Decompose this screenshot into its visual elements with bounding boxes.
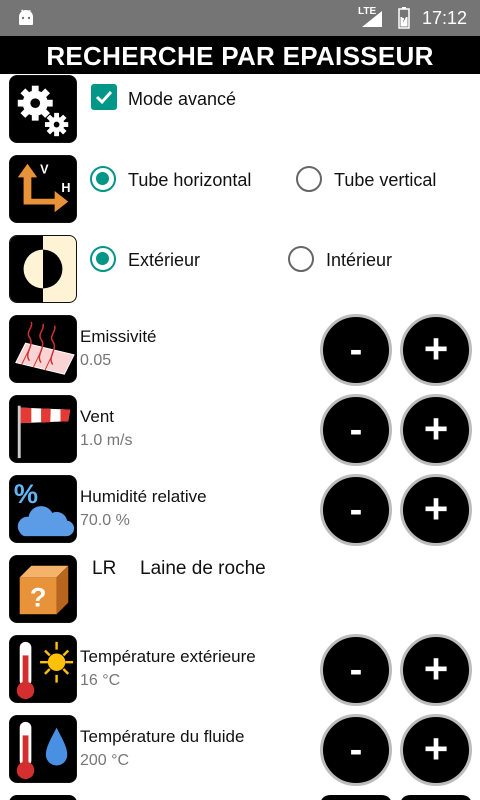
thermometer-sun-icon xyxy=(9,635,77,703)
svg-text:-: - xyxy=(350,649,363,691)
radio-interieur[interactable] xyxy=(288,246,314,272)
mode-row xyxy=(0,74,480,154)
param-value: 16 °C xyxy=(80,672,121,689)
svg-text:+: + xyxy=(424,325,449,372)
svg-text:-: - xyxy=(350,489,363,531)
decrement-button[interactable]: - xyxy=(320,714,392,786)
vertical-letter: V xyxy=(40,162,49,176)
param-row-temp-ext: Température extérieure 16 °C - + xyxy=(0,634,480,714)
param-label: Vent xyxy=(80,407,115,426)
half-circle-icon xyxy=(9,235,77,303)
insulation-name: Laine de roche xyxy=(140,558,266,579)
param-row-humidite: % Humidité relative 70.0 % - + xyxy=(0,474,480,554)
param-row-emissivite: Emissivité 0.05 - + xyxy=(0,314,480,394)
insulation-code: LR xyxy=(92,558,117,579)
increment-button[interactable]: + xyxy=(400,634,472,706)
side-row xyxy=(0,234,480,314)
param-value: 0.05 xyxy=(80,352,112,369)
orientation-row: V H xyxy=(0,154,480,234)
tube-horizontal-label[interactable]: Tube horizontal xyxy=(128,170,251,191)
decrement-button[interactable]: - xyxy=(320,634,392,706)
svg-text:-: - xyxy=(350,329,363,371)
next-decrement-button[interactable] xyxy=(320,795,392,800)
radio-exterieur[interactable] xyxy=(90,246,116,272)
svg-text:+: + xyxy=(424,725,449,772)
decrement-button[interactable]: - xyxy=(320,314,392,386)
svg-text:-: - xyxy=(350,409,363,451)
param-value: 200 °C xyxy=(80,752,130,769)
increment-button[interactable]: + xyxy=(400,394,472,466)
gear-icon xyxy=(9,75,77,143)
interieur-label[interactable]: Intérieur xyxy=(326,250,392,271)
param-value: 70.0 % xyxy=(80,512,130,529)
page-title: RECHERCHE PAR EPAISSEUR xyxy=(0,36,480,74)
param-label: Température extérieure xyxy=(80,647,256,666)
signal-icon xyxy=(362,11,382,27)
advanced-mode-checkbox[interactable] xyxy=(91,84,117,110)
clock: 17:12 xyxy=(422,8,468,28)
radio-tube-horizontal[interactable] xyxy=(90,166,116,192)
svg-text:+: + xyxy=(424,485,449,532)
horizontal-letter: H xyxy=(61,181,70,195)
thermometer-drop-icon xyxy=(9,715,77,783)
percent-glyph: % xyxy=(14,478,38,509)
param-value: 1.0 m/s xyxy=(80,432,133,449)
next-increment-button[interactable] xyxy=(400,795,472,800)
battery-icon xyxy=(398,7,410,29)
decrement-button[interactable]: - xyxy=(320,474,392,546)
status-bar: LTE 17:12 xyxy=(0,0,480,36)
param-row-vent: Vent 1.0 m/s - + xyxy=(0,394,480,474)
humidity-icon: % xyxy=(9,475,77,543)
emissivity-icon xyxy=(9,315,77,383)
increment-button[interactable]: + xyxy=(400,314,472,386)
orientation-arrows-icon: V H xyxy=(9,155,77,223)
exterieur-label[interactable]: Extérieur xyxy=(128,250,200,271)
param-row-temp-fluide: Température du fluide 200 °C - + xyxy=(0,714,480,794)
param-label: Emissivité xyxy=(80,327,157,346)
question-glyph: ? xyxy=(30,581,47,612)
android-icon xyxy=(19,9,33,25)
insulation-box-icon[interactable]: ? xyxy=(9,555,77,623)
increment-button[interactable]: + xyxy=(400,714,472,786)
radio-tube-vertical[interactable] xyxy=(296,166,322,192)
next-row-icon xyxy=(9,795,77,800)
svg-text:+: + xyxy=(424,405,449,452)
svg-text:+: + xyxy=(424,645,449,692)
param-label: Température du fluide xyxy=(80,727,245,746)
decrement-button[interactable]: - xyxy=(320,394,392,466)
increment-button[interactable]: + xyxy=(400,474,472,546)
advanced-mode-label[interactable]: Mode avancé xyxy=(128,89,236,110)
svg-text:-: - xyxy=(350,729,363,771)
windsock-icon xyxy=(9,395,77,463)
tube-vertical-label[interactable]: Tube vertical xyxy=(334,170,436,191)
param-label: Humidité relative xyxy=(80,487,207,506)
next-row-partial xyxy=(0,794,480,800)
checkmark-icon xyxy=(95,90,113,105)
